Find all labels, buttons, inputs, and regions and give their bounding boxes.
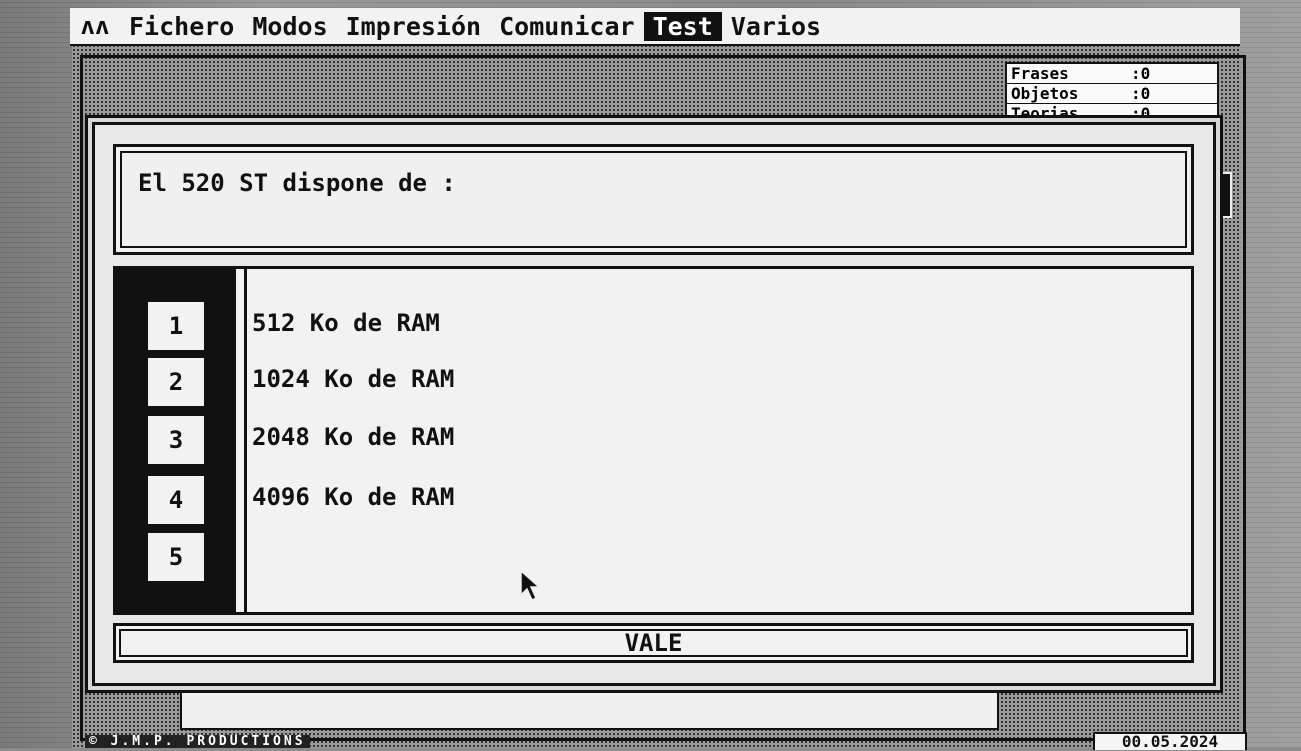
- counter-panel: Frases :0 Objetos :0 Teorias :0: [1005, 62, 1219, 128]
- menu-impresion[interactable]: Impresión: [337, 12, 490, 41]
- option-1-button[interactable]: 1: [146, 300, 206, 352]
- vale-button[interactable]: VALE: [113, 623, 1194, 663]
- option-3-label[interactable]: 2048 Ko de RAM: [252, 423, 454, 451]
- menu-comunicar[interactable]: Comunicar: [490, 12, 643, 41]
- counter-label: Objetos: [1011, 84, 1079, 103]
- atari-logo-icon[interactable]: ʌʌ: [70, 12, 120, 40]
- option-3-button[interactable]: 3: [146, 414, 206, 466]
- counter-value: :0: [1131, 84, 1151, 103]
- options-divider: [236, 269, 247, 612]
- menu-test[interactable]: Test: [643, 11, 722, 41]
- option-4-label[interactable]: 4096 Ko de RAM: [252, 483, 454, 511]
- counter-label: Teorias: [1011, 104, 1079, 123]
- counter-row-frases: Frases :0: [1007, 64, 1217, 84]
- counter-row-teorias: Teorias :0: [1007, 104, 1217, 123]
- option-5-button[interactable]: 5: [146, 531, 206, 583]
- menu-modos[interactable]: Modos: [243, 12, 336, 41]
- options-panel: 1 512 Ko de RAM 2 1024 Ko de RAM 3 2048 …: [113, 266, 1194, 615]
- option-2-label[interactable]: 1024 Ko de RAM: [252, 365, 454, 393]
- question-title: El 520 ST dispone de :: [138, 169, 456, 197]
- counter-value: :0: [1131, 104, 1151, 123]
- date-display: 00.05.2024: [1093, 732, 1247, 750]
- counter-label: Frases: [1011, 64, 1069, 83]
- credit-text: © J.M.P. PRODUCTIONS: [85, 735, 310, 748]
- option-4-button[interactable]: 4: [146, 474, 206, 526]
- mouse-pointer-icon: [520, 570, 541, 602]
- background-window-strip: [180, 690, 999, 730]
- counter-row-objetos: Objetos :0: [1007, 84, 1217, 104]
- question-box: El 520 ST dispone de :: [113, 144, 1194, 255]
- option-1-label[interactable]: 512 Ko de RAM: [252, 309, 440, 337]
- option-2-button[interactable]: 2: [146, 356, 206, 408]
- counter-value: :0: [1131, 64, 1151, 83]
- menu-varios[interactable]: Varios: [722, 12, 830, 41]
- menu-fichero[interactable]: Fichero: [120, 12, 243, 41]
- menu-bar: ʌʌ Fichero Modos Impresión Comunicar Tes…: [70, 8, 1240, 46]
